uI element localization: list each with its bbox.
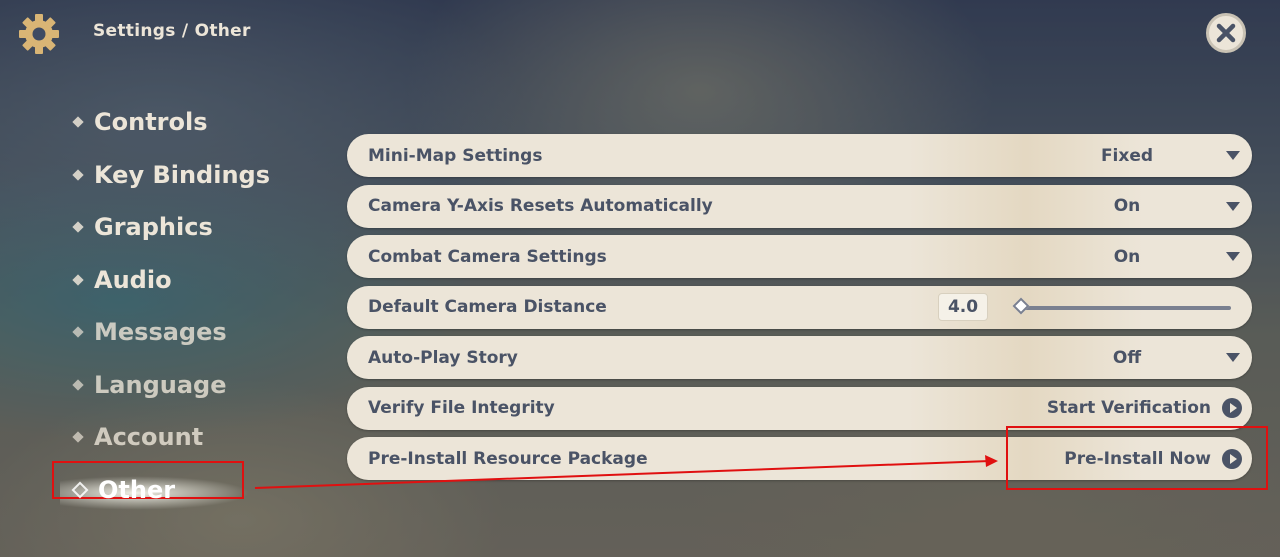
annotation-arrow [254,455,998,489]
sidebar-item-label: Other [98,475,176,504]
